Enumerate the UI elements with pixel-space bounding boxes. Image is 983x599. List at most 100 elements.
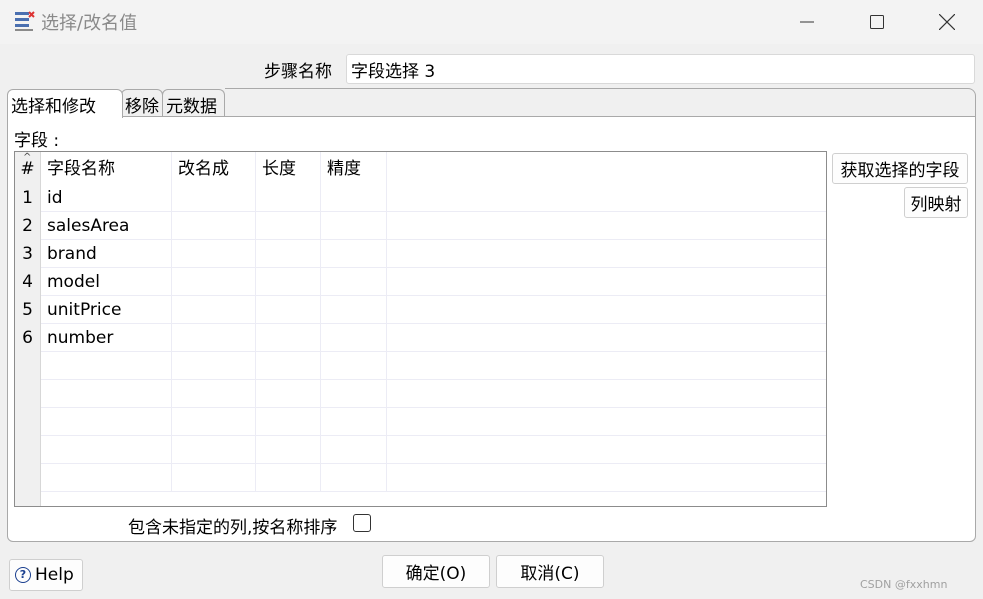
precision-cell[interactable] <box>321 324 387 352</box>
column-mapping-button[interactable]: 列映射 <box>904 187 968 218</box>
table-row[interactable]: 2 salesArea <box>15 212 826 240</box>
rename-cell[interactable] <box>172 352 256 380</box>
precision-cell[interactable] <box>321 380 387 408</box>
step-name-label: 步骤名称 <box>264 62 332 82</box>
header-precision[interactable]: 精度 <box>321 152 387 184</box>
rename-cell[interactable] <box>172 408 256 436</box>
row-number <box>15 408 41 436</box>
field-name-cell[interactable]: model <box>41 268 172 296</box>
step-name-input[interactable] <box>346 54 975 84</box>
empty-table-row[interactable] <box>15 380 826 408</box>
length-cell[interactable] <box>256 296 321 324</box>
close-icon <box>939 14 955 30</box>
rename-cell[interactable] <box>172 212 256 240</box>
length-cell[interactable] <box>256 268 321 296</box>
rename-cell[interactable] <box>172 464 256 492</box>
row-number: 5 <box>15 296 41 324</box>
close-button[interactable] <box>912 0 982 44</box>
header-row-number[interactable]: ^ # <box>15 152 41 184</box>
help-button[interactable]: ? Help <box>9 559 83 591</box>
include-unspecified-checkbox[interactable] <box>353 514 371 532</box>
row-number <box>15 380 41 408</box>
precision-cell[interactable] <box>321 436 387 464</box>
cancel-button[interactable]: 取消(C) <box>496 555 604 588</box>
precision-cell[interactable] <box>321 240 387 268</box>
length-cell[interactable] <box>256 212 321 240</box>
tab-metadata[interactable]: 元数据 <box>162 89 225 117</box>
field-name-cell[interactable]: salesArea <box>41 212 172 240</box>
row-number: 4 <box>15 268 41 296</box>
rename-cell[interactable] <box>172 184 256 212</box>
field-name-cell[interactable]: brand <box>41 240 172 268</box>
watermark: CSDN @fxxhmn <box>860 578 948 591</box>
row-number <box>15 352 41 380</box>
precision-cell[interactable] <box>321 296 387 324</box>
minimize-button[interactable] <box>772 0 842 44</box>
table-row[interactable]: 4 model <box>15 268 826 296</box>
length-cell[interactable] <box>256 380 321 408</box>
field-name-cell[interactable] <box>41 436 172 464</box>
row-number: 1 <box>15 184 41 212</box>
length-cell[interactable] <box>256 324 321 352</box>
table-row[interactable]: 6 number <box>15 324 826 352</box>
field-name-cell[interactable] <box>41 352 172 380</box>
empty-table-row[interactable] <box>15 436 826 464</box>
sort-up-icon: ^ <box>23 152 32 163</box>
precision-cell[interactable] <box>321 268 387 296</box>
table-row[interactable]: 3 brand <box>15 240 826 268</box>
minimize-icon <box>800 21 814 23</box>
fields-label: 字段 : <box>14 131 60 151</box>
fields-table: ^ # 字段名称 改名成 长度 精度 1 id 2 salesArea 3 br… <box>14 151 827 507</box>
tab-remove[interactable]: 移除 <box>121 89 163 117</box>
table-row[interactable]: 5 unitPrice <box>15 296 826 324</box>
help-label: Help <box>35 565 74 585</box>
rename-cell[interactable] <box>172 240 256 268</box>
length-cell[interactable] <box>256 184 321 212</box>
length-cell[interactable] <box>256 352 321 380</box>
header-field-name[interactable]: 字段名称 <box>41 152 172 184</box>
precision-cell[interactable] <box>321 464 387 492</box>
length-cell[interactable] <box>256 408 321 436</box>
length-cell[interactable] <box>256 464 321 492</box>
include-unspecified-label: 包含未指定的列,按名称排序 <box>128 518 338 538</box>
table-row[interactable]: 1 id <box>15 184 826 212</box>
rename-cell[interactable] <box>172 324 256 352</box>
row-number: 6 <box>15 324 41 352</box>
precision-cell[interactable] <box>321 184 387 212</box>
tab-strip <box>225 88 976 118</box>
precision-cell[interactable] <box>321 212 387 240</box>
tab-select-modify[interactable]: 选择和修改 <box>7 89 123 118</box>
maximize-button[interactable] <box>842 0 912 44</box>
window-title: 选择/改名值 <box>41 13 138 34</box>
field-name-cell[interactable]: unitPrice <box>41 296 172 324</box>
row-number <box>15 436 41 464</box>
empty-table-row[interactable] <box>15 352 826 380</box>
length-cell[interactable] <box>256 240 321 268</box>
header-rename-to[interactable]: 改名成 <box>172 152 256 184</box>
field-name-cell[interactable]: id <box>41 184 172 212</box>
rename-cell[interactable] <box>172 380 256 408</box>
maximize-icon <box>870 15 884 29</box>
row-number <box>15 464 41 492</box>
length-cell[interactable] <box>256 436 321 464</box>
get-selected-fields-button[interactable]: 获取选择的字段 <box>832 153 968 184</box>
empty-table-row[interactable] <box>15 464 826 492</box>
rename-cell[interactable] <box>172 296 256 324</box>
field-name-cell[interactable]: number <box>41 324 172 352</box>
title-bar: 选择/改名值 <box>0 0 983 44</box>
empty-table-row[interactable] <box>15 408 826 436</box>
precision-cell[interactable] <box>321 352 387 380</box>
field-name-cell[interactable] <box>41 408 172 436</box>
ok-button[interactable]: 确定(O) <box>382 555 490 588</box>
row-number: 2 <box>15 212 41 240</box>
select-rename-icon <box>15 11 35 31</box>
rename-cell[interactable] <box>172 436 256 464</box>
field-name-cell[interactable] <box>41 380 172 408</box>
table-header: ^ # 字段名称 改名成 长度 精度 <box>15 152 826 184</box>
row-number: 3 <box>15 240 41 268</box>
header-length[interactable]: 长度 <box>256 152 321 184</box>
field-name-cell[interactable] <box>41 464 172 492</box>
rename-cell[interactable] <box>172 268 256 296</box>
precision-cell[interactable] <box>321 408 387 436</box>
help-icon: ? <box>15 567 31 583</box>
